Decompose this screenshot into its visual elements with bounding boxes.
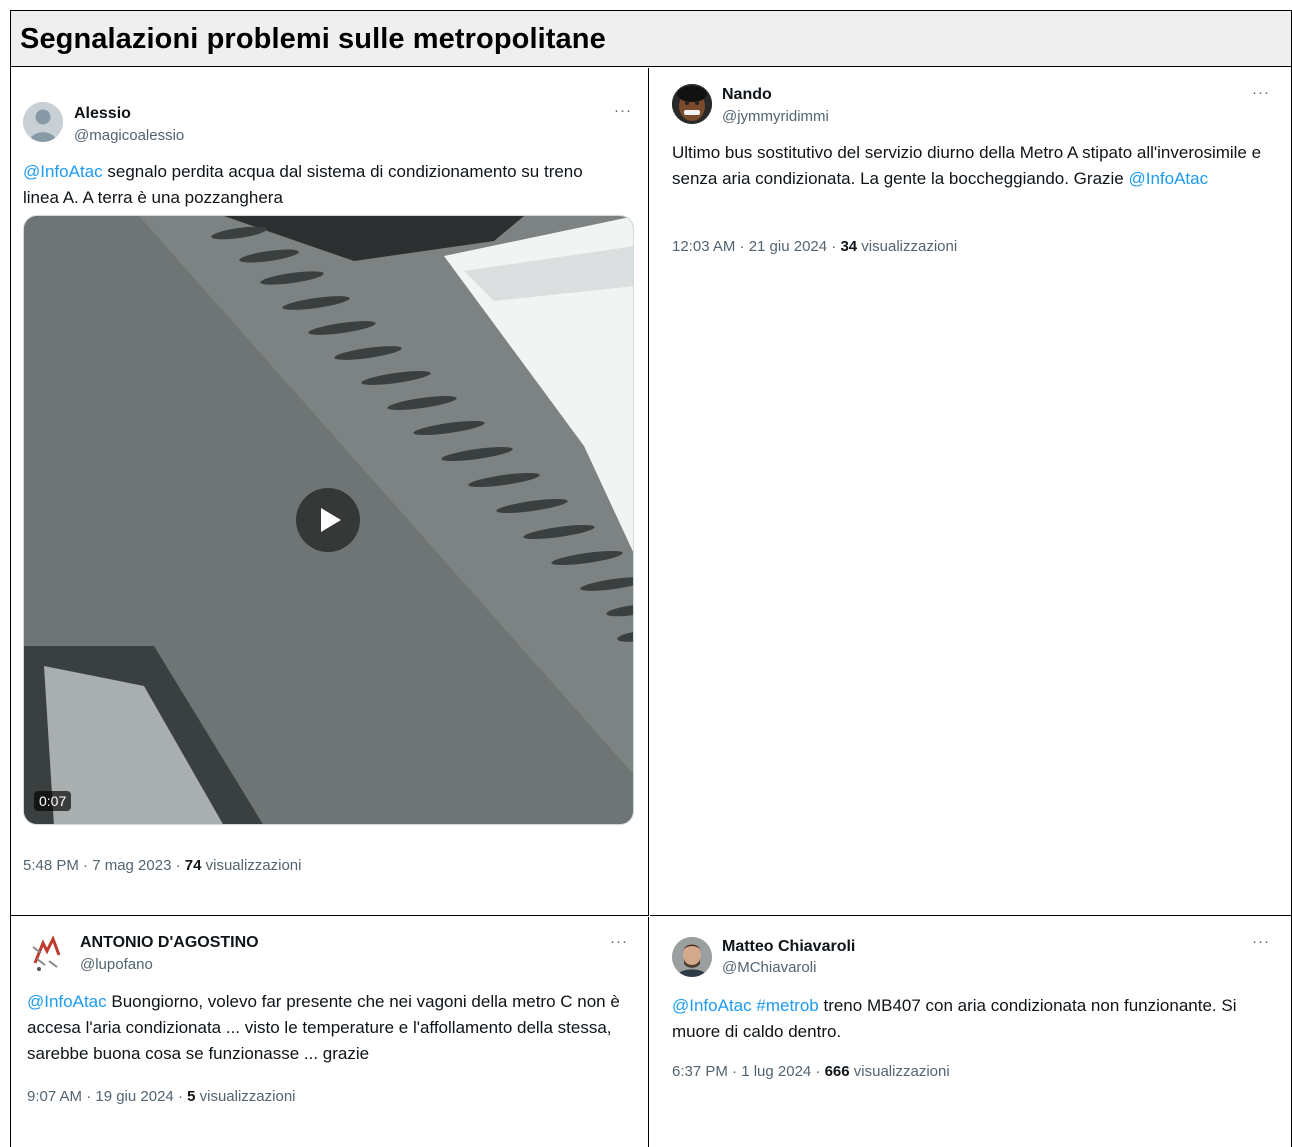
tweet-timestamp[interactable]: 6:37 PM · 1 lug 2024 · [672, 1063, 825, 1080]
avatar[interactable] [27, 933, 67, 973]
author-handle[interactable]: @magicoalessio [74, 127, 184, 144]
page-frame: Segnalazioni problemi sulle metropolitan… [10, 10, 1292, 1147]
play-button[interactable] [296, 488, 360, 552]
tweet-card-matteo: Matteo Chiavaroli @MChiavaroli ··· @Info… [650, 917, 1291, 1147]
view-count: 74 [184, 857, 202, 874]
author-name[interactable]: ANTONIO D'AGOSTINO [80, 934, 259, 952]
mention-link[interactable]: @InfoAtac [27, 992, 107, 1011]
default-avatar-icon [23, 102, 63, 142]
tweet-timestamp[interactable]: 5:48 PM · 7 mag 2023 · [23, 857, 185, 874]
author-handle[interactable]: @lupofano [80, 956, 153, 973]
more-options-icon[interactable]: ··· [610, 934, 628, 949]
tweet-text: Ultimo bus sostitutivo del servizio diur… [672, 140, 1267, 192]
page-header: Segnalazioni problemi sulle metropolitan… [11, 11, 1291, 67]
tweet-meta: 12:03 AM · 21 giu 2024 · 34 visualizzazi… [672, 238, 957, 255]
avatar[interactable] [672, 937, 712, 977]
view-count: 34 [840, 238, 858, 255]
page-title: Segnalazioni problemi sulle metropolitan… [20, 23, 606, 55]
avatar[interactable] [672, 84, 712, 124]
author-name[interactable]: Matteo Chiavaroli [722, 938, 855, 956]
mention-link[interactable]: @InfoAtac [1128, 169, 1208, 188]
tweet-timestamp[interactable]: 9:07 AM · 19 giu 2024 · [27, 1088, 187, 1105]
tweet-meta: 6:37 PM · 1 lug 2024 · 666 visualizzazio… [672, 1063, 950, 1080]
video-player[interactable]: 0:07 [23, 215, 634, 825]
tweet-text: @InfoAtac Buongiorno, volevo far present… [27, 989, 627, 1067]
author-name[interactable]: Nando [722, 86, 772, 104]
tweet-card-alessio: Alessio @magicoalessio ··· @InfoAtac seg… [11, 68, 649, 916]
more-options-icon[interactable]: ··· [1252, 85, 1270, 100]
tweet-timestamp[interactable]: 12:03 AM · 21 giu 2024 · [672, 238, 840, 255]
hashtag-link[interactable]: #metrob [756, 996, 818, 1015]
tweet-card-antonio: ANTONIO D'AGOSTINO @lupofano ··· @InfoAt… [11, 917, 649, 1147]
views-label: visualizzazioni [195, 1088, 296, 1105]
views-label: visualizzazioni [849, 1063, 950, 1080]
video-duration: 0:07 [34, 791, 72, 811]
tweet-card-nando: Nando @jymmyridimmi ··· Ultimo bus sosti… [650, 68, 1291, 916]
views-label: visualizzazioni [857, 238, 958, 255]
tweet-text: @InfoAtac segnalo perdita acqua dal sist… [23, 159, 623, 211]
mention-link[interactable]: @InfoAtac [672, 996, 752, 1015]
more-options-icon[interactable]: ··· [1252, 934, 1270, 949]
author-handle[interactable]: @MChiavaroli [722, 959, 816, 976]
tweet-text-body: segnalo perdita acqua dal sistema di con… [23, 162, 583, 207]
logo-avatar-icon [27, 933, 67, 973]
view-count: 666 [824, 1063, 850, 1080]
tweet-text-body: Buongiorno, volevo far presente che nei … [27, 992, 620, 1063]
views-label: visualizzazioni [201, 857, 302, 874]
tweet-meta: 5:48 PM · 7 mag 2023 · 74 visualizzazion… [23, 857, 301, 874]
more-options-icon[interactable]: ··· [614, 103, 632, 118]
tweet-meta: 9:07 AM · 19 giu 2024 · 5 visualizzazion… [27, 1088, 296, 1105]
user-photo-icon [672, 937, 712, 977]
author-name[interactable]: Alessio [74, 105, 131, 123]
user-photo-icon [672, 84, 712, 124]
avatar[interactable] [23, 102, 63, 142]
tweet-text: @InfoAtac #metrob treno MB407 con aria c… [672, 993, 1272, 1045]
author-handle[interactable]: @jymmyridimmi [722, 108, 829, 125]
mention-link[interactable]: @InfoAtac [23, 162, 103, 181]
